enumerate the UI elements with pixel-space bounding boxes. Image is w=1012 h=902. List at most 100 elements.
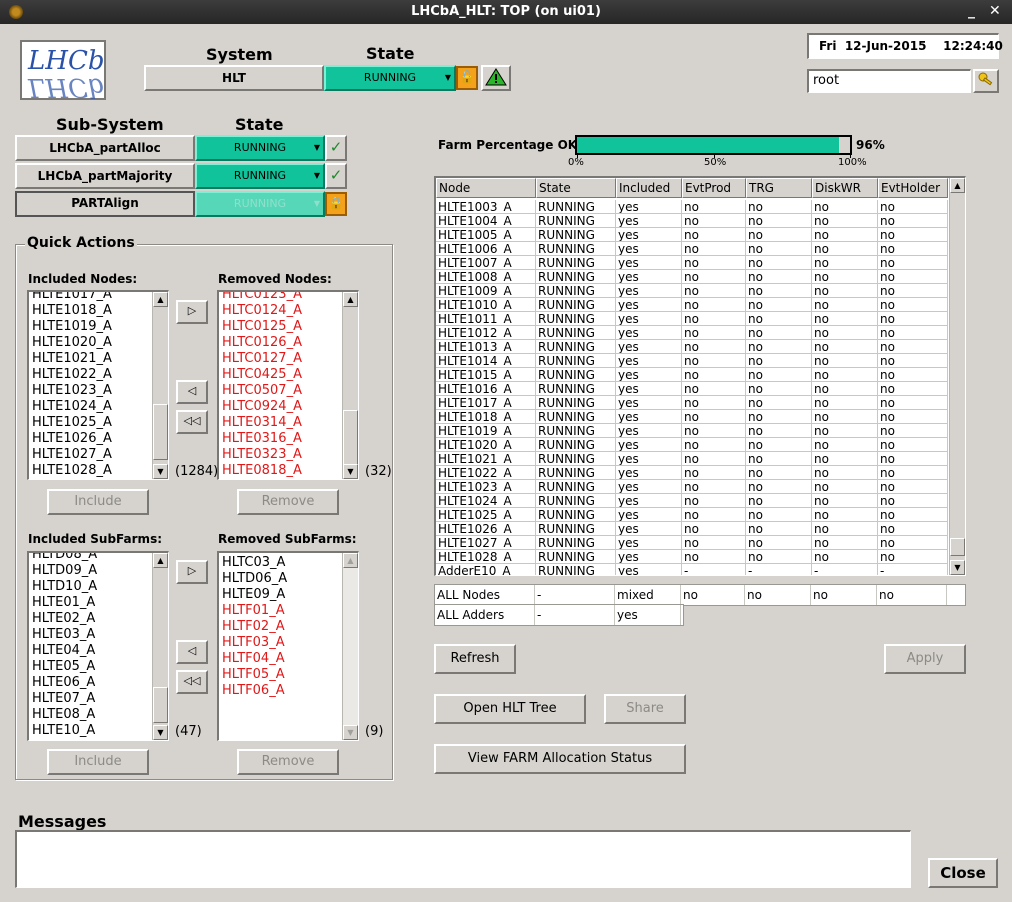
list-item[interactable]: HLTE1025_A [31, 415, 150, 431]
scroll-down-icon[interactable]: ▼ [950, 560, 965, 575]
list-item[interactable]: HLTC0924_A [221, 399, 340, 415]
scroll-up-icon[interactable]: ▲ [153, 292, 168, 307]
refresh-button[interactable]: Refresh [434, 644, 516, 674]
scrollbar-thumb[interactable] [153, 687, 168, 723]
checkmark-icon[interactable]: ✓ [325, 135, 347, 161]
table-row[interactable]: HLTE1003_A RUNNING yes no no no no [436, 200, 950, 214]
column-header[interactable]: DiskWR [812, 178, 878, 198]
scrollbar[interactable]: ▲ ▼ [152, 292, 168, 479]
messages-area[interactable] [15, 830, 911, 888]
include-subfarms-button[interactable]: Include [47, 749, 149, 775]
lock-icon[interactable]: 🔒 [325, 192, 347, 216]
scroll-down-icon[interactable]: ▼ [153, 725, 168, 740]
included-subfarms-list[interactable]: HLTD08_A HLTD09_A HLTD10_A HLTE01_A HLTE02_A… [27, 551, 169, 741]
list-item[interactable]: HLTE1019_A [31, 319, 150, 335]
list-item[interactable]: HLTE1026_A [31, 431, 150, 447]
list-item[interactable]: HLTE1022_A [31, 367, 150, 383]
title-bar[interactable]: LHCbA_HLT: TOP (on ui01) _ ✕ [0, 0, 1012, 24]
table-row[interactable]: HLTE1009_A RUNNING yes no no no no [436, 284, 950, 298]
list-item[interactable]: HLTD09_A [31, 563, 150, 579]
column-header[interactable]: State [536, 178, 616, 198]
list-item[interactable]: HLTC0425_A [221, 367, 340, 383]
subsystem-name-0[interactable]: LHCbA_partAlloc [15, 135, 195, 161]
remove-nodes-button[interactable]: Remove [237, 489, 339, 515]
list-item[interactable]: HLTE1020_A [31, 335, 150, 351]
table-row[interactable]: HLTE1020_A RUNNING yes no no no no [436, 438, 950, 452]
list-item[interactable]: HLTE1024_A [31, 399, 150, 415]
minimize-button[interactable]: _ [968, 3, 975, 19]
list-item[interactable]: HLTF06_A [221, 683, 340, 699]
table-row[interactable]: HLTE1012_A RUNNING yes no no no no [436, 326, 950, 340]
scroll-down-icon[interactable]: ▼ [343, 725, 358, 740]
list-item[interactable]: HLTF01_A [221, 603, 340, 619]
remove-subfarms-button[interactable]: Remove [237, 749, 339, 775]
table-row[interactable]: HLTE1028_A RUNNING yes no no no no [436, 550, 950, 564]
checkmark-icon[interactable]: ✓ [325, 163, 347, 189]
table-row[interactable]: HLTE1026_A RUNNING yes no no no no [436, 522, 950, 536]
user-field[interactable]: root [807, 69, 971, 93]
scroll-up-icon[interactable]: ▲ [950, 178, 965, 193]
list-item[interactable]: HLTE05_A [31, 659, 150, 675]
list-item[interactable]: HLTF02_A [221, 619, 340, 635]
list-item[interactable]: HLTE01_A [31, 595, 150, 611]
table-row[interactable]: HLTE1025_A RUNNING yes no no no no [436, 508, 950, 522]
included-nodes-list[interactable]: HLTE1017_A HLTE1018_A HLTE1019_A HLTE1020_A… [27, 290, 169, 480]
scrollbar[interactable]: ▲ ▼ [342, 292, 358, 479]
scrollbar-thumb[interactable] [950, 538, 965, 556]
list-item[interactable]: HLTC03_A [221, 555, 340, 571]
list-item[interactable]: HLTF03_A [221, 635, 340, 651]
list-item[interactable]: HLTE10_A [31, 723, 150, 739]
add-subfarm-arrow-button[interactable]: ▷ [176, 560, 208, 584]
table-row[interactable]: HLTE1011_A RUNNING yes no no no no [436, 312, 950, 326]
column-header[interactable]: EvtHolder [878, 178, 948, 198]
table-row[interactable]: HLTE1022_A RUNNING yes no no no no [436, 466, 950, 480]
subsystem-state-dropdown-1[interactable]: RUNNING ▼ [195, 163, 325, 189]
list-item[interactable]: HLTD08_A [31, 553, 150, 563]
remove-all-nodes-arrow-button[interactable]: ◁◁ [176, 410, 208, 434]
list-item[interactable]: HLTE1018_A [31, 303, 150, 319]
scroll-down-icon[interactable]: ▼ [153, 464, 168, 479]
list-item[interactable]: HLTC0126_A [221, 335, 340, 351]
list-item[interactable]: HLTE07_A [31, 691, 150, 707]
list-item[interactable]: HLTE06_A [31, 675, 150, 691]
list-item[interactable]: HLTE1028_A [31, 463, 150, 479]
scrollbar-thumb[interactable] [343, 410, 358, 466]
list-item[interactable]: HLTC0507_A [221, 383, 340, 399]
list-item[interactable]: HLTC0125_A [221, 319, 340, 335]
list-item[interactable]: HLTE1017_A [31, 292, 150, 303]
warning-icon[interactable] [481, 65, 511, 91]
remove-subfarm-arrow-button[interactable]: ◁ [176, 640, 208, 664]
table-row[interactable]: HLTE1005_A RUNNING yes no no no no [436, 228, 950, 242]
system-state-dropdown[interactable]: RUNNING ▼ [324, 65, 456, 91]
list-item[interactable]: HLTE03_A [31, 627, 150, 643]
list-item[interactable]: HLTE08_A [31, 707, 150, 723]
all-nodes-row[interactable]: ALL Nodes - mixed no no no no [434, 584, 966, 606]
table-row[interactable]: HLTE1018_A RUNNING yes no no no no [436, 410, 950, 424]
table-scrollbar[interactable]: ▲ ▼ [949, 178, 965, 575]
table-row[interactable]: HLTE1004_A RUNNING yes no no no no [436, 214, 950, 228]
list-item[interactable]: HLTE0314_A [221, 415, 340, 431]
list-item[interactable]: HLTE1021_A [31, 351, 150, 367]
table-row[interactable]: HLTE1027_A RUNNING yes no no no no [436, 536, 950, 550]
table-row[interactable]: HLTE1019_A RUNNING yes no no no no [436, 424, 950, 438]
scroll-down-icon[interactable]: ▼ [343, 464, 358, 479]
subsystem-state-dropdown-0[interactable]: RUNNING ▼ [195, 135, 325, 161]
close-window-button[interactable]: ✕ [989, 3, 1001, 19]
remove-all-subfarms-arrow-button[interactable]: ◁◁ [176, 670, 208, 694]
table-row[interactable]: HLTE1006_A RUNNING yes no no no no [436, 242, 950, 256]
list-item[interactable]: HLTE0316_A [221, 431, 340, 447]
list-item[interactable]: HLTC0124_A [221, 303, 340, 319]
list-item[interactable]: HLTE1027_A [31, 447, 150, 463]
list-item[interactable]: HLTE0323_A [221, 447, 340, 463]
column-header[interactable]: Node [436, 178, 536, 198]
list-item[interactable]: HLTF05_A [221, 667, 340, 683]
view-farm-allocation-button[interactable]: View FARM Allocation Status [434, 744, 686, 774]
table-row[interactable]: HLTE1007_A RUNNING yes no no no no [436, 256, 950, 270]
table-row[interactable]: HLTE1008_A RUNNING yes no no no no [436, 270, 950, 284]
column-header[interactable]: TRG [746, 178, 812, 198]
table-row[interactable]: HLTE1021_A RUNNING yes no no no no [436, 452, 950, 466]
node-table[interactable]: Node State Included EvtProd TRG DiskWR EvtHold… [434, 176, 966, 576]
apply-button[interactable]: Apply [884, 644, 966, 674]
scrollbar[interactable]: ▲ ▼ [342, 553, 358, 740]
list-item[interactable]: HLTD10_A [31, 579, 150, 595]
